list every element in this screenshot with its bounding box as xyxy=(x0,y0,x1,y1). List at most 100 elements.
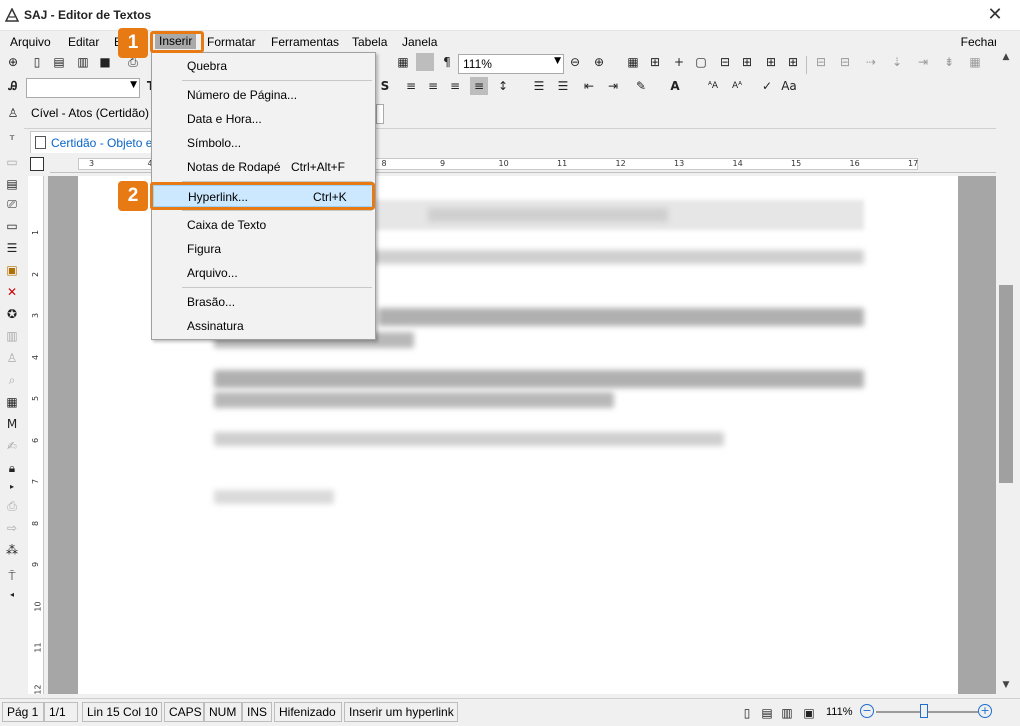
strikethrough-icon[interactable]: S xyxy=(376,77,394,95)
decrease-indent-icon[interactable]: ⇤ xyxy=(580,77,598,95)
increase-indent-icon[interactable]: ⇥ xyxy=(604,77,622,95)
tool-comment-icon[interactable]: ▭ xyxy=(4,218,20,234)
step-2-badge: 2 xyxy=(118,181,148,211)
table-props-icon[interactable]: ⇟ xyxy=(940,53,958,71)
close-window-button[interactable]: ✕ xyxy=(986,6,1004,24)
tool-share-icon[interactable]: ⁂ xyxy=(4,542,20,558)
menu-arquivo[interactable]: Arquivo xyxy=(10,34,51,50)
font-size-up-icon[interactable]: ᴬA xyxy=(704,77,722,95)
menu-item-numero-pagina[interactable]: Número de Página... xyxy=(153,84,374,106)
tab-stop-selector[interactable] xyxy=(30,157,44,171)
zoom-out-icon[interactable]: ⊖ xyxy=(566,53,584,71)
grid-toggle-icon[interactable] xyxy=(416,53,434,71)
callout-inserir-highlight xyxy=(150,31,204,53)
tool-collapse-icon[interactable]: ◂ xyxy=(4,586,20,602)
tool-delete-doc-icon[interactable]: ✕ xyxy=(4,284,20,300)
delete-col-icon[interactable]: ⇣ xyxy=(888,53,906,71)
menu-item-brasao[interactable]: Brasão... xyxy=(153,291,374,313)
tool-expand-icon[interactable]: ▸ xyxy=(4,478,20,494)
blurred-title-line xyxy=(378,308,864,326)
merge-cells-icon[interactable]: ⊟ xyxy=(716,53,734,71)
zoom-in-icon[interactable]: ⊕ xyxy=(590,53,608,71)
case-icon[interactable]: Aa xyxy=(780,77,798,95)
tool-list-icon[interactable]: ☰ xyxy=(4,240,20,256)
zoom-combo[interactable]: 111% ▼ xyxy=(458,54,564,74)
cross-icon[interactable]: + xyxy=(670,53,688,71)
user-model-icon[interactable]: ♙ xyxy=(4,104,22,122)
menu-item-caixa-texto[interactable]: Caixa de Texto xyxy=(153,214,374,236)
font-size-down-icon[interactable]: Aᴬ xyxy=(728,77,746,95)
menu-item-arquivo[interactable]: Arquivo... xyxy=(153,262,374,284)
style-icon[interactable]: Ꭿ xyxy=(4,77,22,95)
table-rows-icon[interactable]: ⊞ xyxy=(762,53,780,71)
menu-ferramentas[interactable]: Ferramentas xyxy=(271,34,339,50)
justify-icon[interactable]: ≡ xyxy=(470,77,488,95)
ruler-tick-label: 14 xyxy=(732,159,743,168)
table-style-icon[interactable]: ▦ xyxy=(966,53,984,71)
scrollbar-thumb[interactable] xyxy=(999,285,1013,483)
view-two-pages-icon[interactable]: ▥ xyxy=(778,704,796,722)
menu-item-notas-rodape[interactable]: Notas de Rodapé Ctrl+Alt+F xyxy=(153,156,374,178)
menu-item-data-hora[interactable]: Data e Hora... xyxy=(153,108,374,130)
tool-paint-icon[interactable]: ⍑ xyxy=(4,568,20,584)
menu-item-quebra[interactable]: Quebra xyxy=(153,55,374,77)
vertical-ruler[interactable]: 1 2 3 4 5 6 7 8 9 10 11 12 xyxy=(28,176,44,694)
bullet-list-icon[interactable]: ☰ xyxy=(530,77,548,95)
spellcheck-icon[interactable]: ✓ xyxy=(758,77,776,95)
zoom-minus-button[interactable]: − xyxy=(860,704,874,718)
menu-item-assinatura[interactable]: Assinatura xyxy=(153,315,374,337)
font-color-icon[interactable]: A xyxy=(666,77,684,95)
zoom-plus-button[interactable]: + xyxy=(978,704,992,718)
scroll-up-icon[interactable]: ▲ xyxy=(999,52,1013,66)
tool-lock-icon[interactable]: 🔒︎ xyxy=(4,460,20,476)
tool-calendar-icon[interactable]: ▦ xyxy=(4,394,20,410)
menu-tabela[interactable]: Tabela xyxy=(352,34,387,50)
view-web-icon[interactable]: ▣ xyxy=(800,704,818,722)
tool-m-icon[interactable]: M xyxy=(4,416,20,432)
tool-seal-icon[interactable]: ✪ xyxy=(4,306,20,322)
zoom-slider-thumb[interactable] xyxy=(920,704,928,718)
move-col-icon[interactable]: ⇥ xyxy=(914,53,932,71)
view-page-icon[interactable]: ▯ xyxy=(738,704,756,722)
scroll-down-icon[interactable]: ▼ xyxy=(999,680,1013,694)
table-cols-icon[interactable]: ⊞ xyxy=(784,53,802,71)
font-combo[interactable]: ▼ xyxy=(26,78,140,98)
vertical-scrollbar[interactable]: ▲ ▼ xyxy=(996,32,1020,696)
save-icon[interactable]: ■ xyxy=(96,53,114,71)
tool-document-icon[interactable]: ▣ xyxy=(4,262,20,278)
insert-col-icon[interactable]: ⇢ xyxy=(862,53,880,71)
blank-page-icon[interactable]: ▯ xyxy=(28,53,46,71)
ruler-tick-label: 10 xyxy=(33,600,43,612)
insert-row-icon[interactable]: ⊟ xyxy=(812,53,830,71)
highlight-icon[interactable]: ✎ xyxy=(632,77,650,95)
align-center-icon[interactable]: ≡ xyxy=(424,77,442,95)
pilcrow-icon[interactable]: ¶ xyxy=(438,53,456,71)
open-folder-icon[interactable]: ▤ xyxy=(50,53,68,71)
step-1-badge: 1 xyxy=(118,28,148,58)
tool-form-icon[interactable]: ▤ xyxy=(4,176,20,192)
menu-janela[interactable]: Janela xyxy=(402,34,437,50)
table-icon[interactable]: ▦ xyxy=(394,53,412,71)
menu-item-simbolo[interactable]: Símbolo... xyxy=(153,132,374,154)
new-document-icon[interactable]: ⊕ xyxy=(4,53,22,71)
split-cells-icon[interactable]: ⊞ xyxy=(738,53,756,71)
tool-stamp-icon[interactable]: ⎚ xyxy=(4,196,20,212)
fechar-button[interactable]: Fechar xyxy=(961,35,998,49)
line-spacing-icon[interactable]: ↕ xyxy=(494,77,512,95)
tool-fields-icon[interactable]: ᵀ xyxy=(4,132,20,148)
menu-editar[interactable]: Editar xyxy=(68,34,99,50)
numbered-list-icon[interactable]: ☰ xyxy=(554,77,572,95)
insert-table-icon[interactable]: ▦ xyxy=(624,53,642,71)
align-right-icon[interactable]: ≡ xyxy=(446,77,464,95)
menu-formatar[interactable]: Formatar xyxy=(207,34,256,50)
open-recent-icon[interactable]: ▥ xyxy=(74,53,92,71)
model-combo-edge[interactable] xyxy=(376,104,384,124)
ruler-tick-label: 2 xyxy=(31,271,41,277)
align-left-icon[interactable]: ≡ xyxy=(402,77,420,95)
menu-item-figura[interactable]: Figura xyxy=(153,238,374,260)
table-grid-icon[interactable]: ⊞ xyxy=(646,53,664,71)
delete-row-icon[interactable]: ⊟ xyxy=(836,53,854,71)
cell-border-icon[interactable]: ▢ xyxy=(692,53,710,71)
menu-item-label: Data e Hora... xyxy=(187,112,262,126)
view-draft-icon[interactable]: ▤ xyxy=(758,704,776,722)
